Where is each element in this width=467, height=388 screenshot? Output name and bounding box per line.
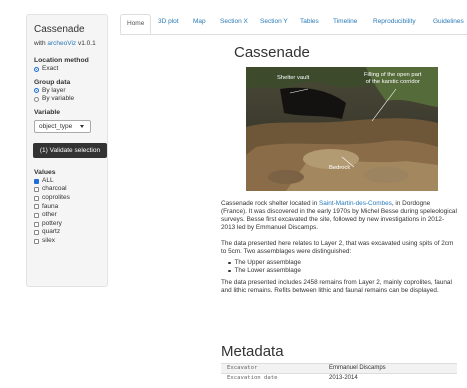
checkbox-label: silex [42,236,56,244]
checkbox-icon[interactable] [34,230,39,236]
sidebar-panel: Cassenade with archeoViz v1.0.1 Location… [26,14,108,287]
intro-paragraph: Cassenade rock shelter located in Saint-… [221,200,457,232]
photo-label-filling-line2: of the karstic corridor [365,79,420,85]
remains-paragraph: The data presented includes 2458 remains… [221,279,452,294]
variable-label: Variable [34,108,61,116]
main-tabs: Home 3D plot Map Section X Section Y Tab… [120,14,467,35]
checkbox-icon[interactable] [34,221,39,227]
tab-tables[interactable]: Tables [300,17,319,27]
assemblage-list: The Upper assemblage The Lower assemblag… [228,259,301,275]
checkbox-checked-icon[interactable] [34,178,39,184]
radio-selected-icon[interactable] [34,88,39,94]
checkbox-icon[interactable] [34,187,39,193]
checkbox-label: other [42,211,57,219]
page-title: Cassenade [234,44,310,61]
checkbox-item[interactable]: pottery [34,220,107,229]
tab-3d-plot[interactable]: 3D plot [158,17,179,27]
tab-guidelines[interactable]: Guidelines [433,17,464,27]
radio-label: Exact [42,65,59,72]
metadata-value: Emmanuel Discamps [329,365,386,371]
tab-section-x[interactable]: Section X [220,17,248,27]
table-row: Excavation date 2013-2014 [221,373,457,383]
checkbox-item[interactable]: fauna [34,203,107,212]
intro-text-a: Cassenade rock shelter located in [221,200,320,207]
tab-map[interactable]: Map [193,17,206,27]
checkbox-item[interactable]: coprolites [34,194,107,203]
bullet-icon [228,261,231,265]
checkbox-icon[interactable] [34,238,39,244]
bullet-icon [228,269,231,273]
checkbox-label: coprolites [42,193,70,201]
checkbox-icon[interactable] [34,195,39,201]
version-suffix: v1.0.1 [76,40,96,47]
checkbox-item[interactable]: ALL [34,177,107,186]
tab-section-y[interactable]: Section Y [260,17,288,27]
site-photo: Shelter vault Filling of the open part o… [246,67,438,191]
radio-label: By layer [42,86,66,94]
checkbox-item[interactable]: other [34,211,107,220]
metadata-value: 2013-2014 [329,375,358,381]
checkbox-icon[interactable] [34,204,39,210]
variable-select[interactable]: object_type [34,119,91,133]
tab-home[interactable]: Home [120,14,152,34]
location-method-label: Location method [34,57,89,64]
checkbox-item[interactable]: charcoal [34,185,107,194]
list-item-text: The Upper assemblage [234,259,301,266]
metadata-key: Excavator [227,365,258,371]
version-line: with archeoViz v1.0.1 [34,40,107,48]
checkbox-label: ALL [42,176,54,184]
checkbox-icon[interactable] [34,212,39,218]
metadata-heading: Metadata [221,343,284,360]
group-radio-by-layer[interactable]: By layer [34,87,107,96]
list-item: The Lower assemblage [228,267,301,275]
checkbox-label: charcoal [42,185,67,193]
values-checkbox-list: ALL charcoal coprolites fauna other pott… [34,177,107,246]
list-item-text: The Lower assemblage [234,267,301,274]
location-radio-exact[interactable]: Exact [34,65,107,74]
list-item: The Upper assemblage [228,259,301,267]
variable-select-value: object_type [39,122,73,130]
checkbox-item[interactable]: silex [34,237,107,246]
tab-reproducibility[interactable]: Reproducibility [373,17,416,27]
photo-label-vault: Shelter vault [277,75,310,81]
values-label: Values [34,168,56,176]
checkbox-label: pottery [42,219,62,227]
archeoviz-link[interactable]: archeoViz [47,40,76,47]
checkbox-label: fauna [42,202,59,210]
version-prefix: with [34,40,48,47]
data-paragraph: The data presented here relates to Layer… [221,240,454,255]
table-row: Excavator Emmanuel Discamps [221,363,457,373]
saint-martin-link[interactable]: Saint-Martin-des-Combes [319,200,392,207]
checkbox-label: quartz [42,228,61,236]
group-data-label: Group data [34,78,71,86]
validate-selection-button[interactable]: (1) Validate selection [33,142,107,158]
checkbox-item[interactable]: quartz [34,228,107,237]
caret-down-icon [80,124,84,128]
photo-label-bedrock: Bedrock [329,165,351,171]
metadata-table: Excavator Emmanuel Discamps Excavation d… [221,363,457,383]
tab-timeline[interactable]: Timeline [333,17,357,27]
app-title: Cassenade [34,24,85,35]
photo-label-filling-line1: Filling of the open part [364,72,422,78]
radio-label: By variable [42,95,75,103]
metadata-key: Excavation date [227,375,278,381]
group-radio-by-variable[interactable]: By variable [34,95,107,104]
radio-unselected-icon[interactable] [34,96,39,102]
photo-label-filling: Filling of the open part of the karstic … [364,72,421,86]
radio-selected-icon[interactable] [34,66,39,72]
